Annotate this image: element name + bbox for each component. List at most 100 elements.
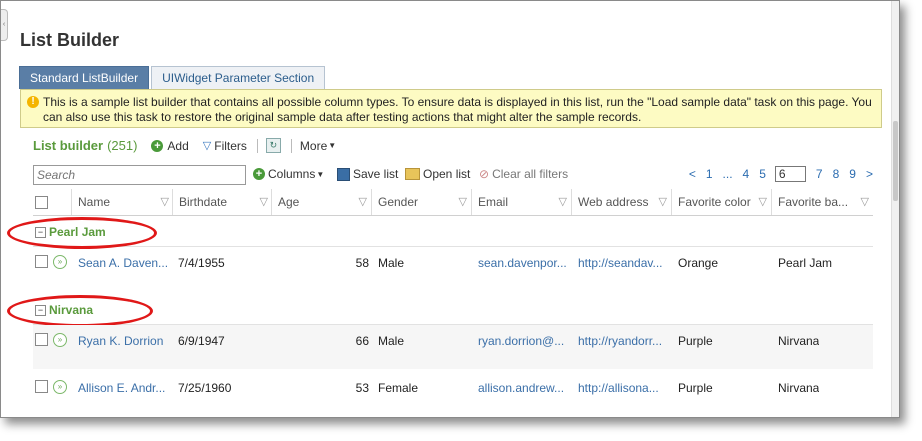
caret-down-icon: ▼ — [316, 169, 325, 179]
vertical-scrollbar[interactable] — [891, 1, 899, 417]
cell-gender: Female — [378, 381, 419, 395]
column-filter-icon[interactable]: ▽ — [359, 189, 367, 215]
cell-email[interactable]: ryan.dorrion@... — [478, 334, 568, 348]
col-header-name[interactable]: Name ▽ — [71, 189, 173, 215]
notice-line-2: can also use this task to restore the or… — [43, 110, 642, 124]
column-filter-icon[interactable]: ▽ — [759, 189, 767, 215]
expand-row-icon[interactable]: » — [53, 255, 67, 269]
highlight-oval — [7, 217, 157, 249]
row-checkbox[interactable] — [35, 380, 48, 393]
select-all-checkbox[interactable] — [35, 196, 48, 209]
cell-favorite-color: Orange — [678, 256, 719, 270]
table-row[interactable]: » Sean A. Daven... 7/4/1955 58 Male sean… — [33, 247, 873, 291]
cell-web-address[interactable]: http://seandav... — [578, 256, 668, 270]
folder-icon — [405, 168, 420, 180]
open-list-button[interactable]: Open list — [405, 167, 470, 181]
cell-name[interactable]: Sean A. Daven... — [78, 256, 168, 270]
cell-email[interactable]: sean.davenpor... — [478, 256, 568, 270]
column-filter-icon[interactable]: ▽ — [559, 189, 567, 215]
save-list-button[interactable]: Save list — [337, 167, 398, 181]
pager-prev[interactable]: < — [689, 167, 696, 181]
cell-birthdate: 7/25/1960 — [178, 381, 232, 395]
add-button[interactable]: + Add — [151, 139, 189, 153]
list-header: List builder (251) + Add ▽ Filters ↻ Mor… — [33, 138, 336, 153]
column-filter-icon[interactable]: ▽ — [459, 189, 467, 215]
save-icon — [337, 167, 350, 181]
columns-add-icon: + — [253, 168, 265, 180]
pager-page[interactable]: 9 — [849, 167, 856, 181]
cell-age: 58 — [355, 256, 369, 270]
cell-age: 66 — [355, 334, 369, 348]
tab-standard-listbuilder[interactable]: Standard ListBuilder — [19, 66, 150, 89]
cell-email[interactable]: allison.andrew... — [478, 381, 568, 395]
pager-page[interactable]: 4 — [743, 167, 750, 181]
search-input[interactable] — [33, 165, 246, 185]
col-header-gender[interactable]: Gender ▽ — [371, 189, 471, 215]
cell-gender: Male — [378, 256, 405, 270]
column-filter-icon[interactable]: ▽ — [659, 189, 667, 215]
info-icon: ! — [27, 96, 39, 108]
expand-row-icon[interactable]: » — [53, 380, 67, 394]
cell-favorite-band: Nirvana — [778, 381, 820, 395]
col-header-web-address[interactable]: Web address ▽ — [571, 189, 671, 215]
save-list-label: Save list — [353, 167, 399, 181]
info-notice: ! This is a sample list builder that con… — [20, 89, 882, 128]
col-header-favorite-color[interactable]: Favorite color ▽ — [671, 189, 771, 215]
cell-web-address[interactable]: http://ryandorr... — [578, 334, 668, 348]
more-menu-button[interactable]: More ▼ — [300, 139, 336, 153]
pagination: < 1 ... 4 5 6 7 8 9 > — [679, 166, 873, 182]
pager-current-input[interactable]: 6 — [774, 166, 806, 182]
col-header-birthdate[interactable]: Birthdate ▽ — [172, 189, 272, 215]
list-title: List builder — [33, 138, 104, 153]
clear-filters-label: Clear all filters — [492, 167, 569, 181]
notice-line-1: This is a sample list builder that conta… — [43, 95, 872, 109]
clear-filters-button[interactable]: ⊘ Clear all filters — [479, 167, 568, 181]
col-header-favorite-band[interactable]: Favorite ba... ▽ — [771, 189, 873, 215]
columns-button[interactable]: + Columns ▼ — [253, 167, 324, 181]
group-header-pearl-jam[interactable]: − Pearl Jam — [33, 220, 873, 247]
cell-favorite-band: Pearl Jam — [778, 256, 833, 270]
caret-down-icon: ▼ — [328, 141, 337, 150]
group-header-nirvana[interactable]: − Nirvana — [33, 298, 873, 325]
filter-icon: ▽ — [202, 140, 212, 152]
open-list-label: Open list — [423, 167, 471, 181]
pager-page[interactable]: 7 — [816, 167, 823, 181]
col-header-age[interactable]: Age ▽ — [271, 189, 371, 215]
highlight-oval — [7, 295, 153, 327]
cell-birthdate: 7/4/1955 — [178, 256, 225, 270]
refresh-icon: ↻ — [265, 138, 281, 153]
col-header-email[interactable]: Email ▽ — [471, 189, 571, 215]
grid-toolbar: + Columns ▼ Save list Open list ⊘ Clear … — [33, 164, 873, 186]
collapse-handle[interactable]: ‹ — [1, 9, 8, 41]
cell-name[interactable]: Allison E. Andr... — [78, 381, 168, 395]
pager-page[interactable]: 8 — [833, 167, 840, 181]
tab-uiwidget-parameter-section[interactable]: UIWidget Parameter Section — [151, 66, 326, 89]
columns-label: Columns — [268, 167, 316, 181]
cell-age: 53 — [355, 381, 369, 395]
column-filter-icon[interactable]: ▽ — [861, 189, 869, 215]
divider — [256, 138, 258, 153]
column-filter-icon[interactable]: ▽ — [260, 189, 268, 215]
cell-name[interactable]: Ryan K. Dorrion — [78, 334, 168, 348]
cell-favorite-band: Nirvana — [778, 334, 820, 348]
refresh-button[interactable]: ↻ — [265, 138, 281, 153]
table-row[interactable]: » Allison E. Andr... 7/25/1960 53 Female… — [33, 372, 873, 416]
cell-web-address[interactable]: http://allisona... — [578, 381, 668, 395]
cell-favorite-color: Purple — [678, 381, 713, 395]
more-label: More — [299, 138, 328, 153]
data-grid: Name ▽ Birthdate ▽ Age ▽ Gender ▽ Email ▽ Web… — [7, 189, 873, 395]
scrollbar-thumb[interactable] — [893, 121, 898, 201]
table-row[interactable]: » Ryan K. Dorrion 6/9/1947 66 Male ryan.… — [33, 325, 873, 369]
pager-page[interactable]: 1 — [706, 167, 713, 181]
expand-row-icon[interactable]: » — [53, 333, 67, 347]
clear-filter-icon: ⊘ — [479, 167, 490, 181]
column-filter-icon[interactable]: ▽ — [161, 189, 169, 215]
pager-page[interactable]: 5 — [759, 167, 766, 181]
row-checkbox[interactable] — [35, 333, 48, 346]
window-frame: ‹ List Builder Standard ListBuilder UIWi… — [0, 0, 900, 418]
filters-button[interactable]: ▽ Filters — [203, 139, 247, 153]
cell-gender: Male — [378, 334, 405, 348]
row-checkbox[interactable] — [35, 255, 48, 268]
pager-next[interactable]: > — [866, 167, 873, 181]
list-count: (251) — [107, 138, 138, 153]
